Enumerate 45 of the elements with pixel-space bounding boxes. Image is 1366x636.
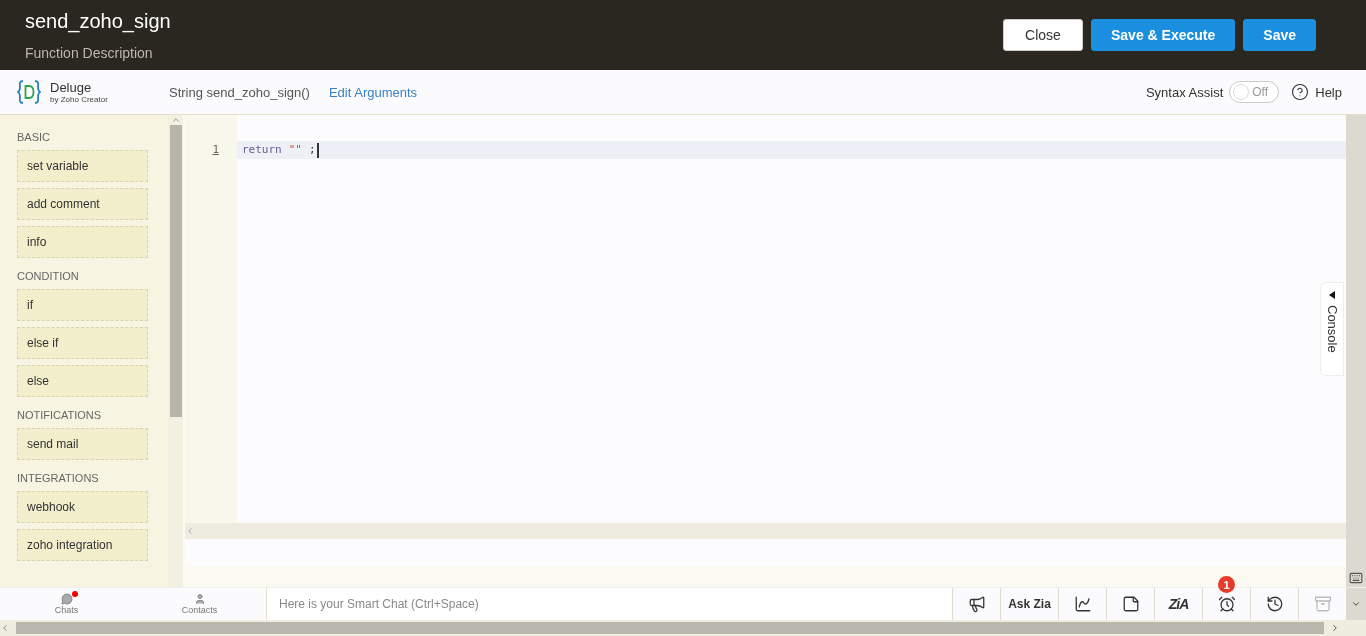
scrollbar-thumb[interactable]	[16, 622, 1324, 634]
section-heading: INTEGRATIONS	[17, 472, 100, 484]
chat-icon	[60, 593, 73, 605]
archive-icon	[1313, 595, 1332, 613]
scroll-up-icon[interactable]	[170, 115, 181, 125]
statement-block[interactable]: else if	[17, 327, 148, 359]
function-description: Function Description	[25, 44, 154, 61]
syntax-assist-label: Syntax Assist	[1145, 84, 1224, 100]
statement-block[interactable]: send mail	[17, 428, 148, 460]
app-name: Deluge	[50, 80, 93, 95]
statement-block[interactable]: webhook	[17, 491, 148, 523]
smart-chat-field[interactable]: Here is your Smart Chat (Ctrl+Space)	[266, 588, 952, 620]
help-icon	[1291, 83, 1310, 101]
notification-badge: 1	[1218, 576, 1235, 593]
logo-icon	[17, 79, 41, 105]
alarm-clock-icon	[1217, 595, 1236, 613]
statement-block[interactable]: info	[17, 226, 148, 258]
help-link[interactable]: Help	[1291, 83, 1342, 101]
scrollbar-thumb[interactable]	[169, 125, 182, 417]
section-heading: NOTIFICATIONS	[17, 409, 103, 421]
scroll-right-icon[interactable]	[1330, 623, 1340, 633]
statement-block[interactable]: add comment	[17, 188, 148, 220]
keyboard-icon[interactable]	[1349, 571, 1363, 585]
line-number: 1	[211, 142, 220, 158]
note-icon	[1121, 595, 1140, 613]
contacts-tab[interactable]: Contacts	[133, 588, 266, 620]
console-tab[interactable]: Console	[1320, 282, 1344, 376]
statement-block[interactable]: zoho integration	[17, 529, 148, 561]
history-icon	[1265, 595, 1284, 613]
person-icon	[193, 593, 206, 605]
app-subtitle: by Zoho Creator	[50, 95, 108, 104]
statement-block[interactable]: if	[17, 289, 148, 321]
function-signature: String send_zoho_sign()	[169, 84, 310, 100]
edit-arguments-link[interactable]: Edit Arguments	[328, 84, 418, 100]
caret-icon	[1328, 291, 1336, 299]
statement-block[interactable]: set variable	[17, 150, 148, 182]
chats-tab[interactable]: Chats	[0, 588, 133, 620]
statement-block[interactable]: else	[17, 365, 148, 397]
section-heading: CONDITION	[17, 270, 80, 282]
chart-icon	[1073, 595, 1092, 613]
scroll-left-icon[interactable]	[0, 623, 10, 633]
close-button[interactable]: Close	[1003, 19, 1083, 51]
function-title: send_zoho_sign	[25, 9, 171, 33]
megaphone-icon	[967, 595, 986, 613]
section-heading: BASIC	[17, 131, 51, 143]
